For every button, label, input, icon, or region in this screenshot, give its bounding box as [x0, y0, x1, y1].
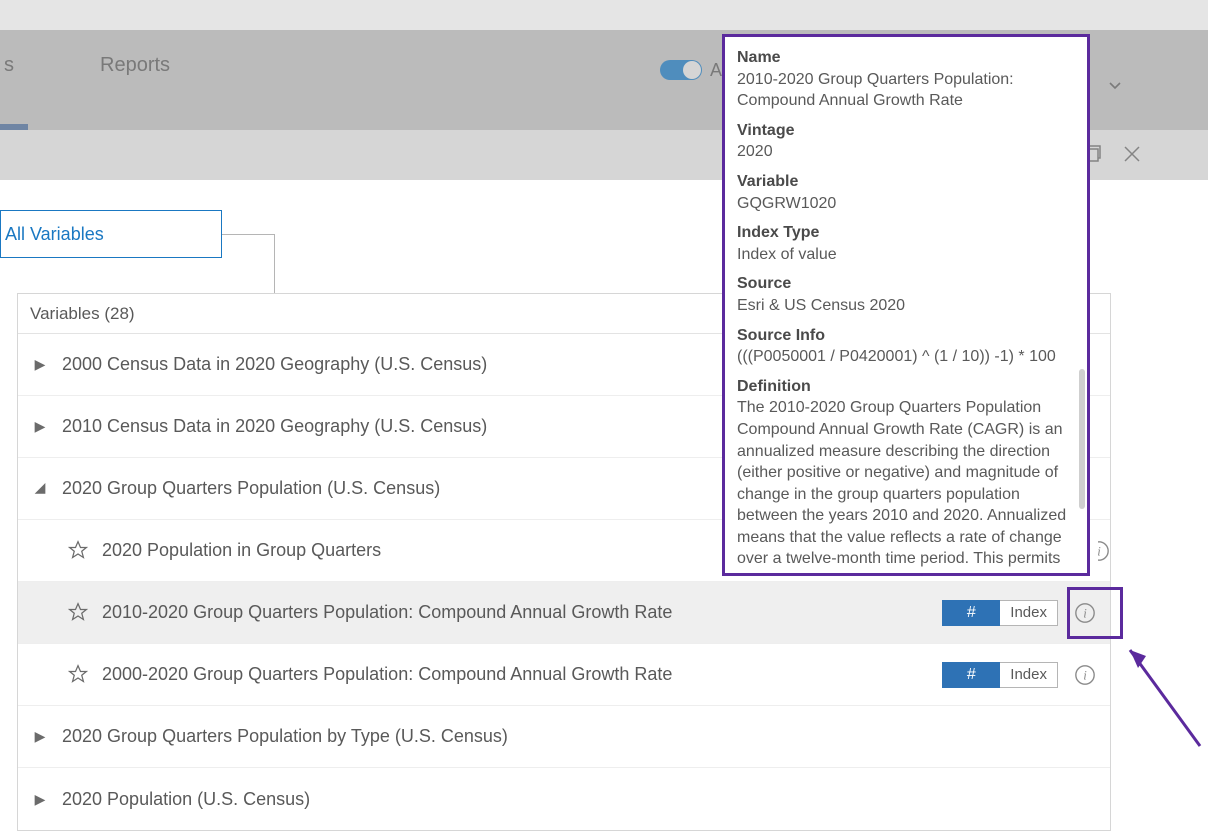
tooltip-value: 2020	[737, 141, 1075, 163]
group-row[interactable]: ▶ 2020 Population (U.S. Census)	[18, 768, 1110, 830]
connector-line	[274, 234, 275, 294]
tooltip-key: Source	[737, 273, 1075, 295]
badge-numeric[interactable]: #	[942, 662, 1000, 688]
star-icon[interactable]	[68, 664, 90, 686]
tooltip-value: The 2010-2020 Group Quarters Population …	[737, 397, 1075, 573]
tab-all-variables[interactable]: All Variables	[0, 210, 222, 258]
badge-numeric[interactable]: #	[942, 600, 1000, 626]
toggle-switch[interactable]	[660, 60, 702, 80]
tooltip-value: 2010-2020 Group Quarters Population: Com…	[737, 69, 1075, 112]
group-label: 2010 Census Data in 2020 Geography (U.S.…	[62, 416, 487, 437]
star-icon[interactable]	[68, 602, 90, 624]
variable-row-selected[interactable]: 2010-2020 Group Quarters Population: Com…	[18, 582, 1110, 644]
caret-right-icon: ▶	[32, 356, 48, 373]
tooltip-value: (((P0050001 / P0420001) ^ (1 / 10)) -1) …	[737, 346, 1075, 368]
group-label: 2020 Group Quarters Population by Type (…	[62, 726, 508, 747]
info-icon[interactable]: i	[1074, 602, 1096, 624]
group-label: 2020 Group Quarters Population (U.S. Cen…	[62, 478, 440, 499]
tooltip-key: Index Type	[737, 222, 1075, 244]
close-icon[interactable]	[1122, 144, 1142, 164]
tab-reports[interactable]: Reports	[100, 54, 170, 77]
group-row[interactable]: ▶ 2020 Group Quarters Population by Type…	[18, 706, 1110, 768]
variable-badges: # Index	[942, 600, 1058, 626]
caret-down-icon: ◢	[32, 479, 48, 496]
badge-index[interactable]: Index	[1000, 600, 1058, 626]
variable-label: 2010-2020 Group Quarters Population: Com…	[102, 602, 942, 623]
caret-right-icon: ▶	[32, 728, 48, 745]
toggle-label-fragment: A	[710, 60, 722, 81]
variable-badges: # Index	[942, 662, 1058, 688]
group-label: 2020 Population (U.S. Census)	[62, 789, 310, 810]
group-label: 2000 Census Data in 2020 Geography (U.S.…	[62, 354, 487, 375]
variable-label: 2000-2020 Group Quarters Population: Com…	[102, 664, 942, 685]
variable-row[interactable]: 2000-2020 Group Quarters Population: Com…	[18, 644, 1110, 706]
tooltip-key: Vintage	[737, 120, 1075, 142]
info-icon[interactable]: i	[1098, 540, 1110, 562]
tooltip-key: Variable	[737, 171, 1075, 193]
connector-line	[222, 234, 274, 235]
star-icon[interactable]	[68, 540, 90, 562]
tooltip-value: Esri & US Census 2020	[737, 295, 1075, 317]
tooltip-value: GQGRW1020	[737, 193, 1075, 215]
panel-title-text: Variables (28)	[30, 304, 135, 324]
tooltip-scrollbar[interactable]	[1079, 369, 1085, 509]
badge-index[interactable]: Index	[1000, 662, 1058, 688]
caret-right-icon: ▶	[32, 791, 48, 808]
annotation-arrow	[1120, 636, 1208, 756]
info-icon[interactable]: i	[1074, 664, 1096, 686]
caret-right-icon: ▶	[32, 418, 48, 435]
tab-all-variables-label: All Variables	[5, 224, 104, 245]
toggle-knob	[683, 61, 701, 79]
tooltip-key: Definition	[737, 376, 1075, 398]
svg-text:i: i	[1083, 668, 1087, 682]
tooltip-key: Name	[737, 47, 1075, 69]
variable-tooltip: Name2010-2020 Group Quarters Population:…	[725, 37, 1087, 573]
svg-text:i: i	[1083, 606, 1087, 620]
tooltip-value: Index of value	[737, 244, 1075, 266]
svg-text:i: i	[1098, 545, 1101, 559]
tooltip-key: Source Info	[737, 325, 1075, 347]
chevron-down-icon[interactable]	[1108, 79, 1122, 93]
restore-window-icon[interactable]	[1084, 144, 1104, 164]
tab-left-fragment: s	[0, 54, 14, 77]
